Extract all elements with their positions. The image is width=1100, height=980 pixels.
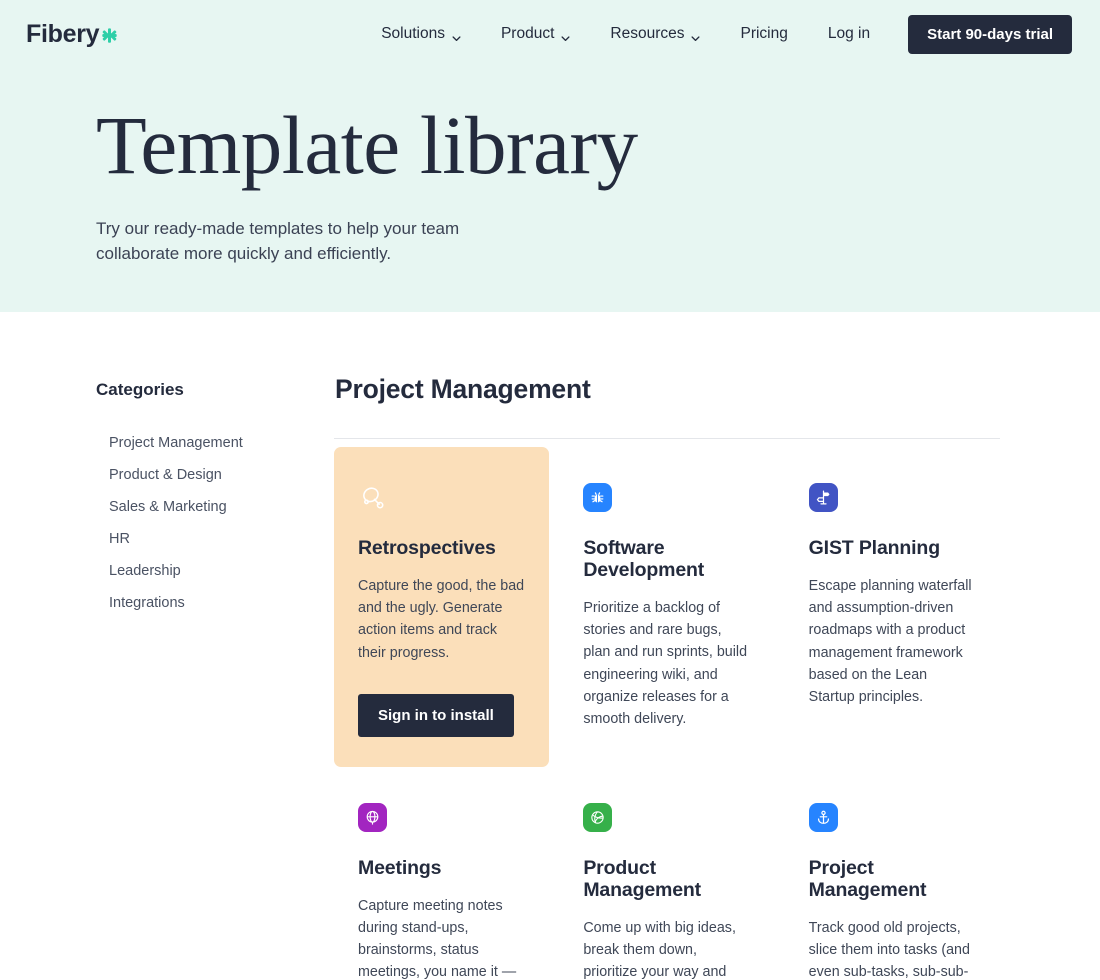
bug-icon [583, 483, 612, 512]
sidebar-item-sales-marketing[interactable]: Sales & Marketing [96, 491, 334, 523]
page-title: Template library [96, 104, 1100, 187]
template-card-product-management[interactable]: Product Management Come up with big idea… [559, 767, 774, 980]
nav-item-resources[interactable]: Resources [590, 17, 720, 51]
brand-logo[interactable]: Fibery [26, 22, 117, 47]
sidebar-item-hr[interactable]: HR [96, 523, 334, 555]
hero-band: Fibery [0, 0, 1100, 312]
templates-main: Project Management Retrospectives Captur… [334, 374, 1000, 980]
card-title: Meetings [358, 857, 525, 879]
page-subtitle: Try our ready-made templates to help you… [96, 216, 516, 266]
nav-item-label: Log in [828, 25, 870, 43]
nav-item-label: Solutions [381, 25, 445, 43]
template-card-meetings[interactable]: Meetings Capture meeting notes during st… [334, 767, 549, 980]
top-navigation-bar: Fibery [0, 0, 1100, 68]
sign-in-to-install-button[interactable]: Sign in to install [358, 694, 514, 737]
page-content: Categories Project Management Product & … [0, 312, 1100, 980]
sidebar-item-product-design[interactable]: Product & Design [96, 459, 334, 491]
template-card-software-development[interactable]: Software Development Prioritize a backlo… [559, 447, 774, 767]
nav-item-label: Pricing [740, 25, 787, 43]
nav-item-product[interactable]: Product [481, 17, 590, 51]
nav-item-pricing[interactable]: Pricing [720, 17, 807, 51]
card-title: Retrospectives [358, 537, 525, 559]
template-card-retrospectives[interactable]: Retrospectives Capture the good, the bad… [334, 447, 549, 767]
categories-sidebar: Categories Project Management Product & … [96, 374, 334, 980]
nav-links: Solutions Product Resources Pricing [361, 15, 1072, 54]
card-description: Come up with big ideas, break them down,… [583, 917, 750, 980]
card-title: Project Management [809, 857, 976, 901]
anchor-icon [809, 803, 838, 832]
section-divider [334, 438, 1000, 439]
sidebar-list: Project Management Product & Design Sale… [96, 427, 334, 619]
card-title: Product Management [583, 857, 750, 901]
nav-item-login[interactable]: Log in [808, 17, 890, 51]
sidebar-item-project-management[interactable]: Project Management [96, 427, 334, 459]
template-card-gist-planning[interactable]: GIST Planning Escape planning waterfall … [785, 447, 1000, 767]
card-description: Escape planning waterfall and assumption… [809, 575, 976, 708]
chevron-down-icon [452, 30, 461, 39]
card-description: Capture meeting notes during stand-ups, … [358, 895, 525, 980]
chevron-down-icon [691, 30, 700, 39]
template-card-grid: Retrospectives Capture the good, the bad… [334, 447, 1000, 980]
card-title: Software Development [583, 537, 750, 581]
globe-balloon-icon [358, 803, 387, 832]
signpost-icon [809, 483, 838, 512]
nav-item-solutions[interactable]: Solutions [361, 17, 481, 51]
card-description: Track good old projects, slice them into… [809, 917, 976, 980]
card-description: Prioritize a backlog of stories and rare… [583, 597, 750, 730]
brand-name: Fibery [26, 22, 99, 47]
nav-item-label: Resources [610, 25, 684, 43]
chevron-down-icon [561, 30, 570, 39]
card-description: Capture the good, the bad and the ugly. … [358, 575, 525, 664]
card-title: GIST Planning [809, 537, 976, 559]
asterisk-puzzle-icon [102, 23, 117, 38]
sidebar-heading: Categories [96, 380, 334, 400]
ping-pong-paddle-icon [358, 483, 387, 512]
section-title: Project Management [334, 374, 1000, 405]
template-card-project-management[interactable]: Project Management Track good old projec… [785, 767, 1000, 980]
hero-content: Template library Try our ready-made temp… [0, 68, 1100, 266]
nav-item-label: Product [501, 25, 554, 43]
volleyball-icon [583, 803, 612, 832]
sidebar-item-integrations[interactable]: Integrations [96, 587, 334, 619]
sidebar-item-leadership[interactable]: Leadership [96, 555, 334, 587]
start-trial-button[interactable]: Start 90-days trial [908, 15, 1072, 54]
